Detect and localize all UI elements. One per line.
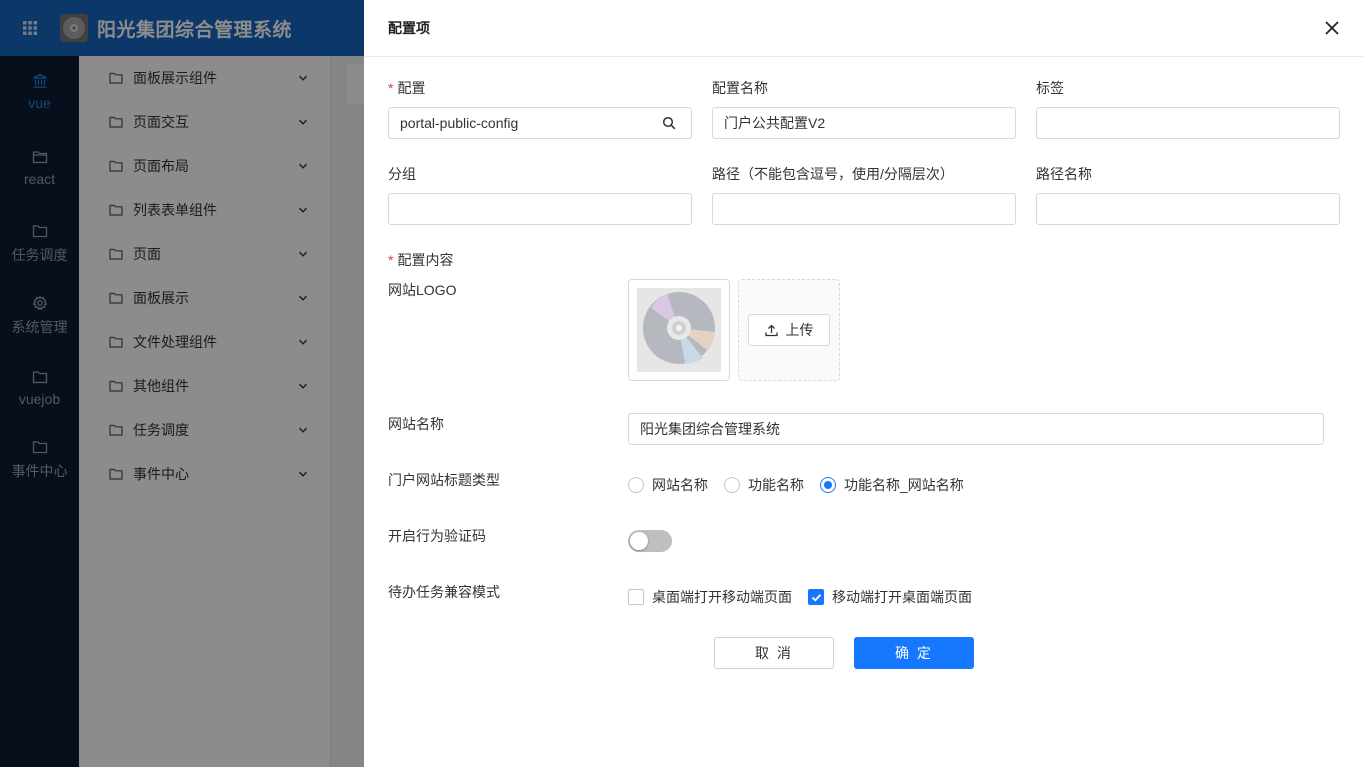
radio-button[interactable] [820, 477, 836, 493]
captcha-label: 开启行为验证码 [388, 528, 486, 544]
todo-mode-label: 待办任务兼容模式 [388, 584, 500, 600]
required-mark: * [388, 80, 394, 96]
config-content-label: 配置内容 [397, 252, 454, 268]
upload-label: 上传 [785, 322, 814, 338]
radio-label: 功能名称_网站名称 [844, 477, 964, 493]
logo-preview[interactable] [628, 279, 730, 381]
logo-upload-area[interactable]: 上传 [738, 279, 840, 381]
title-type-radio-group: 网站名称 功能名称 功能名称_网站名称 [628, 475, 980, 495]
checkbox-label: 桌面端打开移动端页面 [652, 589, 792, 605]
logo-label: 网站LOGO [388, 282, 457, 298]
todo-mode-checkbox[interactable]: 桌面端打开移动端页面 [628, 587, 792, 607]
config-label: 配置 [397, 80, 426, 96]
required-mark: * [388, 252, 394, 268]
title-type-label: 门户网站标题类型 [388, 472, 500, 488]
title-type-radio[interactable]: 网站名称 [628, 475, 708, 495]
todo-mode-checkbox[interactable]: 移动端打开桌面端页面 [808, 587, 972, 607]
captcha-toggle[interactable] [628, 530, 672, 552]
path-input[interactable] [712, 193, 1016, 225]
group-input[interactable] [388, 193, 692, 225]
confirm-button[interactable]: 确 定 [854, 637, 974, 669]
title-type-radio[interactable]: 功能名称 [724, 475, 804, 495]
path-name-input[interactable] [1036, 193, 1340, 225]
drawer-title: 配置项 [388, 20, 430, 36]
group-label: 分组 [388, 166, 416, 182]
captcha-field-label: 开启行为验证码 [388, 526, 486, 546]
config-name-input[interactable] [712, 107, 1016, 139]
close-button[interactable] [1322, 18, 1342, 38]
path-field-label: 路径（不能包含逗号，使用/分隔层次） [712, 164, 954, 184]
upload-button[interactable]: 上传 [748, 314, 830, 346]
path-label: 路径（不能包含逗号，使用/分隔层次） [712, 166, 954, 182]
upload-icon [764, 324, 778, 336]
config-content-field-label: * 配置内容 [388, 250, 453, 270]
path-name-field-label: 路径名称 [1036, 164, 1092, 184]
logo-field-label: 网站LOGO [388, 280, 456, 300]
close-icon [1325, 21, 1339, 35]
config-input[interactable] [388, 107, 647, 139]
search-icon [662, 116, 675, 130]
tag-field-label: 标签 [1036, 78, 1064, 98]
tag-input[interactable] [1036, 107, 1340, 139]
site-name-input[interactable] [628, 413, 1324, 445]
config-search-button[interactable] [646, 107, 692, 139]
checkbox[interactable] [628, 589, 644, 605]
radio-button[interactable] [628, 477, 644, 493]
radio-button[interactable] [724, 477, 740, 493]
path-name-label: 路径名称 [1036, 166, 1092, 182]
logo-image [637, 288, 721, 372]
radio-label: 网站名称 [652, 477, 708, 493]
site-name-label: 网站名称 [388, 416, 444, 432]
title-type-field-label: 门户网站标题类型 [388, 470, 500, 490]
drawer-header: 配置项 [364, 0, 1364, 57]
config-drawer: 配置项 *配置 配置名称 标签 分组 路径（不能包含逗号，使用/分隔层次） 路径… [364, 0, 1364, 767]
config-name-field-label: 配置名称 [712, 78, 768, 98]
title-type-radio[interactable]: 功能名称_网站名称 [820, 475, 964, 495]
toggle-knob [630, 532, 648, 550]
config-name-label: 配置名称 [712, 80, 768, 96]
todo-mode-field-label: 待办任务兼容模式 [388, 582, 500, 602]
checkbox-label: 移动端打开桌面端页面 [832, 589, 972, 605]
group-field-label: 分组 [388, 164, 416, 184]
todo-mode-checkbox-group: 桌面端打开移动端页面 移动端打开桌面端页面 [628, 587, 988, 607]
site-name-field-label: 网站名称 [388, 414, 444, 434]
radio-label: 功能名称 [748, 477, 804, 493]
tag-label: 标签 [1036, 80, 1064, 96]
checkbox[interactable] [808, 589, 824, 605]
check-icon [811, 593, 821, 602]
cancel-button[interactable]: 取 消 [714, 637, 834, 669]
config-field-label: * 配置 [388, 78, 425, 98]
